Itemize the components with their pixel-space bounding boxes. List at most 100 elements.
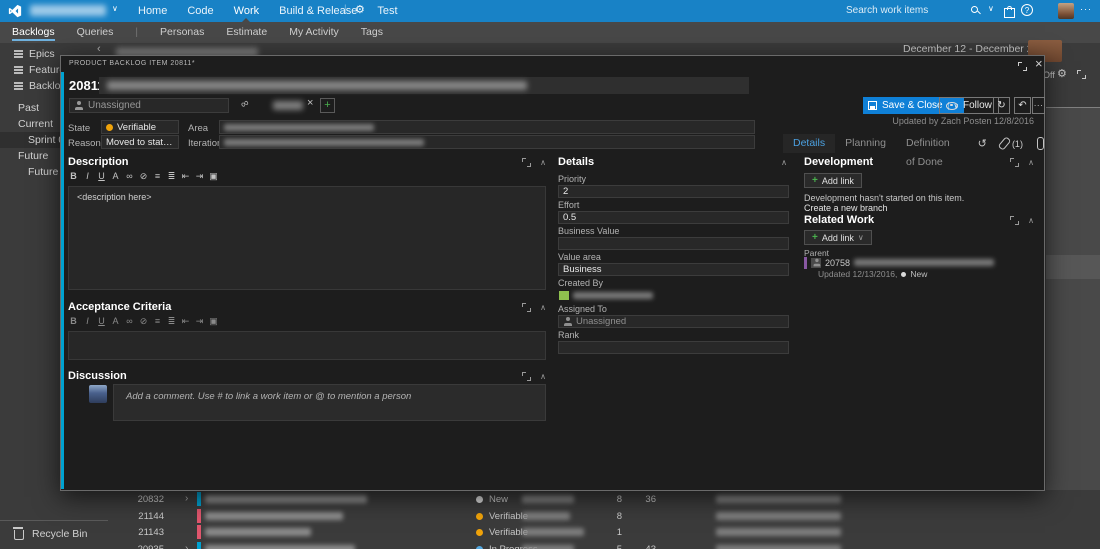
create-branch-link[interactable]: Create a new branch xyxy=(804,203,888,213)
discussion-collapse-icon[interactable]: ∧ xyxy=(540,372,546,381)
sub-nav-item[interactable]: Personas xyxy=(160,22,204,43)
iteration-field[interactable] xyxy=(219,135,755,149)
title-field[interactable] xyxy=(99,77,749,94)
discussion-expand-icon[interactable] xyxy=(522,371,532,381)
vs-logo[interactable] xyxy=(8,4,22,23)
bold-icon[interactable]: B xyxy=(68,171,79,182)
top-nav-item[interactable]: Work xyxy=(224,0,269,22)
sub-nav-item[interactable]: Backlogs xyxy=(12,22,55,43)
dialog-tab[interactable]: Definition of Done xyxy=(896,134,966,168)
remove-tag-icon[interactable]: × xyxy=(307,97,313,109)
acceptance-collapse-icon[interactable]: ∧ xyxy=(540,303,546,312)
link-icon[interactable]: ∞ xyxy=(239,97,252,111)
bullet-list-icon[interactable]: ≡ xyxy=(152,316,163,327)
links-paperclip-icon[interactable] xyxy=(997,136,1012,151)
account-name-blurred[interactable] xyxy=(30,5,106,16)
acceptance-expand-icon[interactable] xyxy=(522,302,532,312)
sub-nav-item[interactable]: My Activity xyxy=(289,22,339,43)
detail-field-input[interactable]: 2 xyxy=(558,185,789,198)
link-icon[interactable]: ∞ xyxy=(124,171,135,182)
sub-nav-item[interactable]: Tags xyxy=(361,22,383,43)
unlink-icon[interactable]: ⊘ xyxy=(138,316,149,327)
outdent-icon[interactable]: ⇤ xyxy=(180,171,191,182)
bold-icon[interactable]: B xyxy=(68,316,79,327)
description-editor[interactable]: <description here> xyxy=(68,186,546,290)
numbered-list-icon[interactable]: ≣ xyxy=(166,316,177,327)
undo-button[interactable]: ↶ xyxy=(1014,97,1031,114)
help-icon[interactable]: ? xyxy=(1021,4,1033,16)
search-filter-chevron-icon[interactable]: ∨ xyxy=(988,4,994,13)
development-expand-icon[interactable] xyxy=(1010,157,1020,167)
user-avatar[interactable] xyxy=(1058,3,1074,19)
account-chevron-icon[interactable]: ∨ xyxy=(112,4,118,13)
sub-nav-item[interactable]: Queries xyxy=(77,22,114,43)
dev-add-link-button[interactable]: + Add link xyxy=(804,173,862,188)
dialog-close-icon[interactable]: × xyxy=(1035,56,1043,71)
detail-field-input[interactable] xyxy=(558,289,789,302)
dialog-maximize-icon[interactable] xyxy=(1018,62,1027,71)
related-work-collapse-icon[interactable]: ∧ xyxy=(1028,216,1034,225)
discussion-comment-input[interactable]: Add a comment. Use # to link a work item… xyxy=(113,384,546,421)
link-icon[interactable]: ∞ xyxy=(124,316,135,327)
top-nav-item[interactable]: Code xyxy=(177,0,223,22)
numbered-list-icon[interactable]: ≣ xyxy=(166,171,177,182)
table-row[interactable]: 21143 › Verifiable 1 xyxy=(0,524,1100,541)
assigned-to-blurred xyxy=(522,495,574,503)
detail-field-input[interactable]: 0.5 xyxy=(558,211,789,224)
state-field[interactable]: Verifiable xyxy=(101,120,179,134)
top-nav-item[interactable]: Home xyxy=(128,0,177,22)
reason-field[interactable]: Moved to state Verifiable xyxy=(101,135,179,149)
add-tag-button[interactable]: + xyxy=(320,98,335,113)
description-expand-icon[interactable] xyxy=(522,157,532,167)
clear-format-icon[interactable]: A xyxy=(110,316,121,327)
settings-gear-icon[interactable]: ⚙ xyxy=(1057,67,1067,80)
details-collapse-icon[interactable]: ∧ xyxy=(781,158,787,167)
unlink-icon[interactable]: ⊘ xyxy=(138,171,149,182)
top-nav-item[interactable]: Build & Release xyxy=(269,0,367,22)
attachments-icon[interactable] xyxy=(1036,137,1044,150)
underline-icon[interactable]: U xyxy=(96,171,107,182)
underline-icon[interactable]: U xyxy=(96,316,107,327)
area-field[interactable] xyxy=(219,120,755,134)
table-row[interactable]: 21144 › Verifiable 8 xyxy=(0,508,1100,525)
fullscreen-icon[interactable] xyxy=(1077,70,1086,79)
related-add-link-button[interactable]: + Add link ∨ xyxy=(804,230,872,245)
dialog-tab[interactable]: Details xyxy=(783,134,836,153)
assigned-to-field[interactable]: Unassigned xyxy=(69,98,229,113)
dialog-tab[interactable]: Planning xyxy=(835,134,896,153)
more-actions-button[interactable]: ··· xyxy=(1032,97,1045,114)
expand-chevron-icon[interactable]: › xyxy=(185,543,188,549)
expand-chevron-icon[interactable]: › xyxy=(185,493,188,504)
italic-icon[interactable]: I xyxy=(82,316,93,327)
detail-field-input[interactable] xyxy=(558,341,789,354)
search-input[interactable]: Search work items xyxy=(846,5,928,16)
follow-button[interactable]: Follow xyxy=(939,97,999,114)
image-icon[interactable]: ▣ xyxy=(208,171,219,182)
top-nav-item[interactable]: Test xyxy=(367,0,407,22)
description-collapse-icon[interactable]: ∧ xyxy=(540,158,546,167)
table-row[interactable]: 20832 › New 8 36 xyxy=(0,491,1100,508)
detail-field-input[interactable] xyxy=(558,237,789,250)
outdent-icon[interactable]: ⇤ xyxy=(180,316,191,327)
detail-field-input[interactable]: Unassigned xyxy=(558,315,789,328)
search-icon[interactable] xyxy=(971,6,980,15)
clear-format-icon[interactable]: A xyxy=(110,171,121,182)
sub-nav-item[interactable]: Estimate xyxy=(226,22,267,43)
italic-icon[interactable]: I xyxy=(82,171,93,182)
related-work-expand-icon[interactable] xyxy=(1010,215,1020,225)
work-item-title-blurred xyxy=(205,544,355,549)
top-more-icon[interactable]: ··· xyxy=(1080,4,1092,14)
table-row[interactable]: 20935 › In Progress 5 43 xyxy=(0,541,1100,549)
bullet-list-icon[interactable]: ≡ xyxy=(152,171,163,182)
history-icon[interactable]: ↺ xyxy=(978,137,987,150)
parent-work-item[interactable]: 20758 xyxy=(804,256,1032,269)
refresh-button[interactable]: ↻ xyxy=(993,97,1010,114)
indent-icon[interactable]: ⇥ xyxy=(194,316,205,327)
development-collapse-icon[interactable]: ∧ xyxy=(1028,158,1034,167)
marketplace-bag-icon[interactable] xyxy=(1004,6,1015,18)
indent-icon[interactable]: ⇥ xyxy=(194,171,205,182)
gear-icon[interactable]: ⚙ xyxy=(355,3,365,16)
image-icon[interactable]: ▣ xyxy=(208,316,219,327)
detail-field-input[interactable]: Business xyxy=(558,263,789,276)
acceptance-editor[interactable] xyxy=(68,331,546,360)
